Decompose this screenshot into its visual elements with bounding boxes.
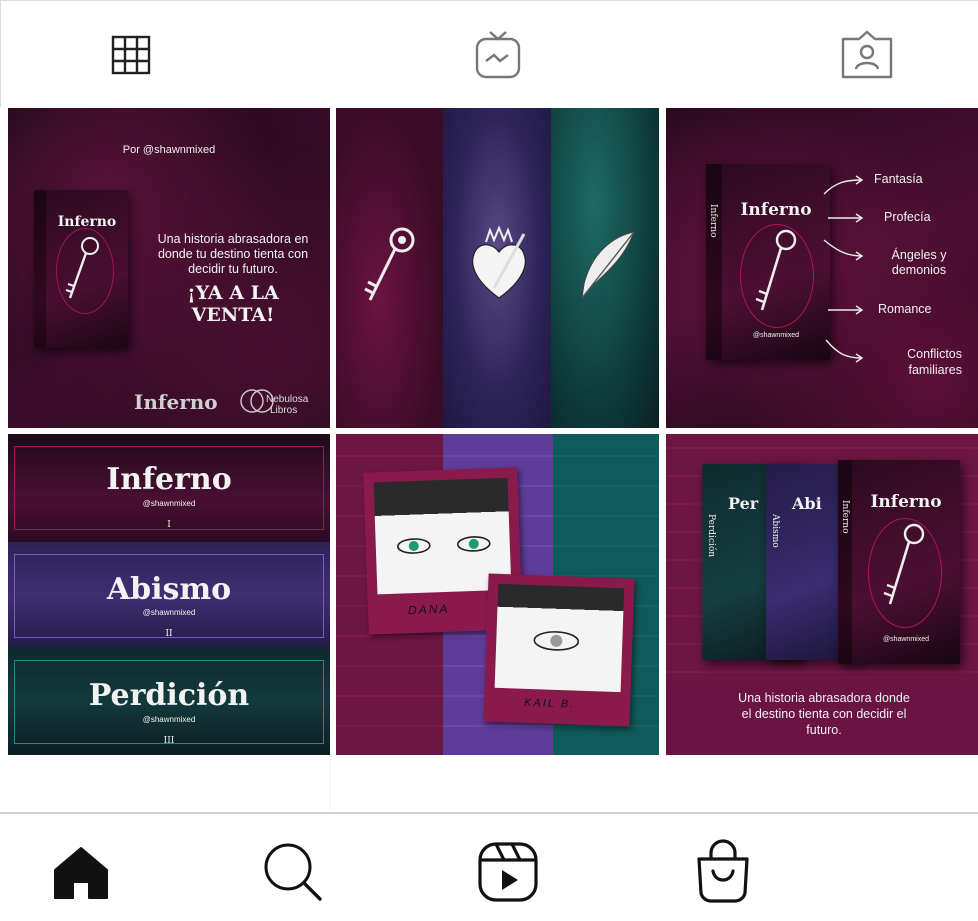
- banner-author-2: @shawnmixed: [142, 608, 196, 617]
- tagged-icon: [841, 30, 893, 78]
- book-front-title: Abi: [792, 494, 822, 513]
- nav-search[interactable]: [248, 832, 338, 912]
- post-trilogy-books[interactable]: Perdición Per Abismo Abi Inferno Inferno…: [666, 434, 978, 755]
- bottom-navigation: [0, 812, 978, 921]
- banner-numeral-2: II: [165, 629, 173, 639]
- key-icon: [364, 227, 415, 301]
- post-inferno-topics[interactable]: Inferno Inferno @shawnmixed Fantasía Pro…: [666, 108, 978, 428]
- topic-fantasia: Fantasía: [874, 172, 923, 186]
- post-cta: ¡YA A LA VENTA!: [187, 282, 279, 326]
- key-icon: [883, 523, 925, 605]
- igtv-icon: [475, 30, 521, 78]
- reels-icon: [478, 842, 538, 902]
- caption-kail: KAIL B.: [523, 696, 576, 711]
- post-trilogy-banners[interactable]: Inferno @shawnmixed I Abismo @shawnmixed…: [8, 434, 330, 755]
- topic-romance: Romance: [878, 302, 932, 316]
- nav-reels[interactable]: [463, 832, 553, 912]
- grid-separator: [330, 756, 331, 810]
- tab-igtv[interactable]: [418, 1, 578, 108]
- feather-icon: [581, 231, 635, 299]
- posts-grid: Por @shawnmixed Inferno Una historia abr…: [8, 108, 978, 756]
- book-front-title: Per: [728, 494, 759, 513]
- book-title: Inferno: [740, 200, 812, 220]
- eyes-icon: [397, 536, 491, 554]
- banner-title-3: Perdición: [88, 678, 250, 713]
- publisher-name: Nebulosa Libros: [266, 394, 309, 416]
- nav-shop[interactable]: [678, 832, 768, 912]
- book-front-title: Inferno: [870, 492, 942, 512]
- topic-profecia: Profecía: [884, 210, 931, 224]
- post-symbols-triptych[interactable]: [336, 108, 659, 428]
- home-icon: [54, 847, 108, 899]
- book-cover: Inferno Inferno @shawnmixed: [706, 164, 830, 360]
- book-cover: Inferno: [34, 190, 128, 348]
- post-byline: Por @shawnmixed: [122, 144, 216, 156]
- eye-icon: [533, 631, 580, 651]
- key-icon: [755, 229, 797, 311]
- book-inferno: Inferno Inferno @shawnmixed: [838, 460, 960, 664]
- post-tagline: Una historia abrasadora donde el destino…: [738, 691, 910, 737]
- grid-bottom-spacer: [0, 756, 978, 812]
- post-character-polaroids[interactable]: DANA KAIL B.: [336, 434, 659, 755]
- topic-conflictos: Conflictos familiares: [907, 347, 962, 377]
- grid-icon: [111, 35, 151, 74]
- polaroid-kail: KAIL B.: [483, 573, 635, 727]
- topic-angeles: Ángeles y demonios: [891, 248, 947, 277]
- banner-numeral-1: I: [167, 520, 171, 530]
- banner-title-1: Inferno: [106, 462, 232, 497]
- heart-dagger-icon: [472, 225, 526, 299]
- topic-arrows: [823, 175, 864, 363]
- banner-numeral-3: III: [163, 736, 175, 746]
- banner-author-3: @shawnmixed: [142, 715, 196, 724]
- banner-author-1: @shawnmixed: [142, 499, 196, 508]
- shop-icon: [697, 839, 749, 903]
- post-tagline: Una historia abrasadora en donde tu dest…: [157, 232, 309, 276]
- profile-tab-bar: [0, 0, 978, 107]
- book-spine-title: Inferno: [708, 204, 718, 238]
- tab-tagged[interactable]: [787, 1, 947, 108]
- tab-posts-grid[interactable]: [51, 1, 211, 108]
- banner-title-2: Abismo: [106, 572, 232, 607]
- book-author: @shawnmixed: [752, 332, 799, 339]
- footer-title: Inferno: [134, 390, 218, 414]
- caption-dana: DANA: [407, 601, 450, 618]
- post-inferno-announcement[interactable]: Por @shawnmixed Inferno Una historia abr…: [8, 108, 330, 428]
- nav-home[interactable]: [36, 832, 126, 912]
- search-icon: [264, 843, 322, 901]
